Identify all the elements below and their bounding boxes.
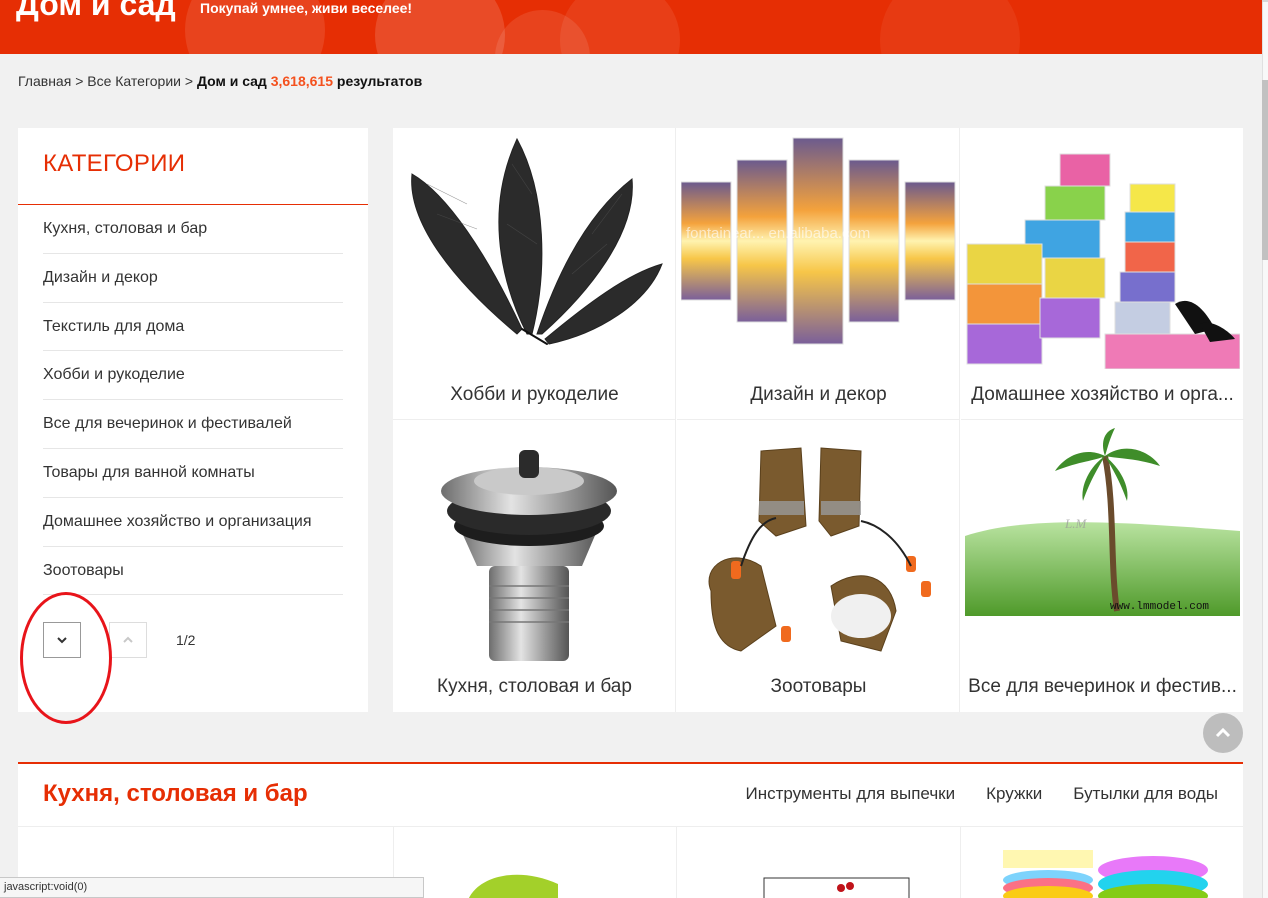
watermark-text: www.lmmodel.com: [1110, 601, 1209, 613]
product-image: L.M www.lmmodel.com: [965, 426, 1240, 661]
product-image: [397, 134, 672, 369]
chevron-up-icon: [1215, 727, 1231, 738]
category-tile[interactable]: Зоотовары: [677, 420, 960, 712]
banner-decor-circle: [880, 0, 1020, 54]
column-divider: [960, 827, 961, 898]
banner-title: Дом и сад: [16, 0, 176, 22]
product-image: [965, 134, 1240, 369]
breadcrumb-all-categories[interactable]: Все Категории: [87, 73, 181, 89]
category-item[interactable]: Хобби и рукоделие: [43, 351, 343, 401]
header-banner: Дом и сад Покупай умнее, живи веселее!: [0, 0, 1262, 54]
breadcrumb-home[interactable]: Главная: [18, 73, 71, 89]
sink-drain-image: [441, 450, 617, 661]
watermark-text: fontainear... en.alibaba.com: [686, 225, 870, 242]
category-tile-label: Кухня, столовая и бар: [437, 676, 632, 697]
palm-tree-image: L.M www.lmmodel.com: [965, 428, 1240, 616]
breadcrumb-separator: >: [184, 73, 194, 89]
breadcrumb-separator: >: [75, 73, 84, 89]
category-item[interactable]: Дизайн и декор: [43, 254, 343, 303]
category-tile[interactable]: Домашнее хозяйство и орга...: [961, 128, 1244, 420]
categories-list: Кухня, столовая и бар Дизайн и декор Тек…: [43, 205, 343, 596]
banner-decor-circle: [560, 0, 680, 54]
feathers-image: [411, 137, 663, 345]
category-tile[interactable]: Хобби и рукоделие: [393, 128, 676, 420]
categories-page-indicator: 1/2: [176, 632, 196, 648]
category-tile[interactable]: L.M www.lmmodel.com Все для вечеринок и …: [961, 420, 1244, 712]
product-thumb-silicone: [469, 874, 558, 898]
watermark-logo: L.M: [1064, 516, 1087, 531]
category-tile-label: Все для вечеринок и фестив...: [968, 676, 1237, 697]
back-to-top-button[interactable]: [1203, 713, 1243, 753]
banner-slogan: Покупай умнее, живи веселее!: [200, 0, 413, 16]
browser-status-bar: javascript:void(0): [0, 877, 424, 898]
breadcrumb: Главная > Все Категории > Дом и сад 3,61…: [18, 73, 422, 89]
category-item[interactable]: Кухня, столовая и бар: [43, 205, 343, 254]
subcategory-link[interactable]: Инструменты для выпечки: [745, 784, 955, 804]
section-divider: [18, 826, 1243, 827]
subcategory-link[interactable]: Бутылки для воды: [1073, 784, 1218, 804]
product-image: [397, 426, 672, 661]
product-image: [681, 426, 956, 661]
category-tile-label: Домашнее хозяйство и орга...: [971, 384, 1234, 405]
category-tile-label: Дизайн и декор: [750, 384, 887, 405]
category-tile-label: Хобби и рукоделие: [450, 384, 619, 405]
categories-title: КАТЕГОРИИ: [43, 150, 186, 177]
chevron-up-icon: [123, 636, 133, 643]
category-tile[interactable]: Кухня, столовая и бар: [393, 420, 676, 712]
categories-prev-button[interactable]: [109, 622, 147, 658]
product-thumb-frame: [763, 877, 910, 898]
category-item[interactable]: Все для вечеринок и фестивалей: [43, 400, 343, 449]
shoe-boxes-image: [966, 153, 1240, 369]
subcategory-link[interactable]: Кружки: [986, 784, 1042, 804]
category-grid: Хобби и рукоделие fontainear... en.aliba…: [393, 128, 1244, 712]
breadcrumb-current: Дом и сад: [196, 73, 267, 89]
section-title[interactable]: Кухня, столовая и бар: [43, 780, 308, 808]
category-item[interactable]: Текстиль для дома: [43, 303, 343, 352]
category-item[interactable]: Домашнее хозяйство и организация: [43, 498, 343, 547]
category-tile[interactable]: fontainear... en.alibaba.com Дизайн и де…: [677, 128, 960, 420]
column-divider: [676, 827, 677, 898]
results-label: результатов: [336, 73, 423, 89]
page-scrollbar[interactable]: [1262, 2, 1268, 898]
pet-boots-image: [708, 447, 931, 652]
category-item[interactable]: Товары для ванной комнаты: [43, 449, 343, 498]
product-thumb-bowls: [1003, 850, 1208, 898]
product-image: fontainear... en.alibaba.com: [681, 134, 956, 369]
canvas-panels-image: fontainear... en.alibaba.com: [681, 137, 956, 345]
scrollbar-thumb[interactable]: [1262, 80, 1268, 260]
section-subcategory-links: Инструменты для выпечки Кружки Бутылки д…: [745, 784, 1218, 804]
results-count: 3,618,615: [270, 73, 334, 89]
category-item[interactable]: Зоотовары: [43, 547, 343, 596]
annotation-circle: [20, 592, 112, 724]
category-tile-label: Зоотовары: [770, 676, 867, 697]
